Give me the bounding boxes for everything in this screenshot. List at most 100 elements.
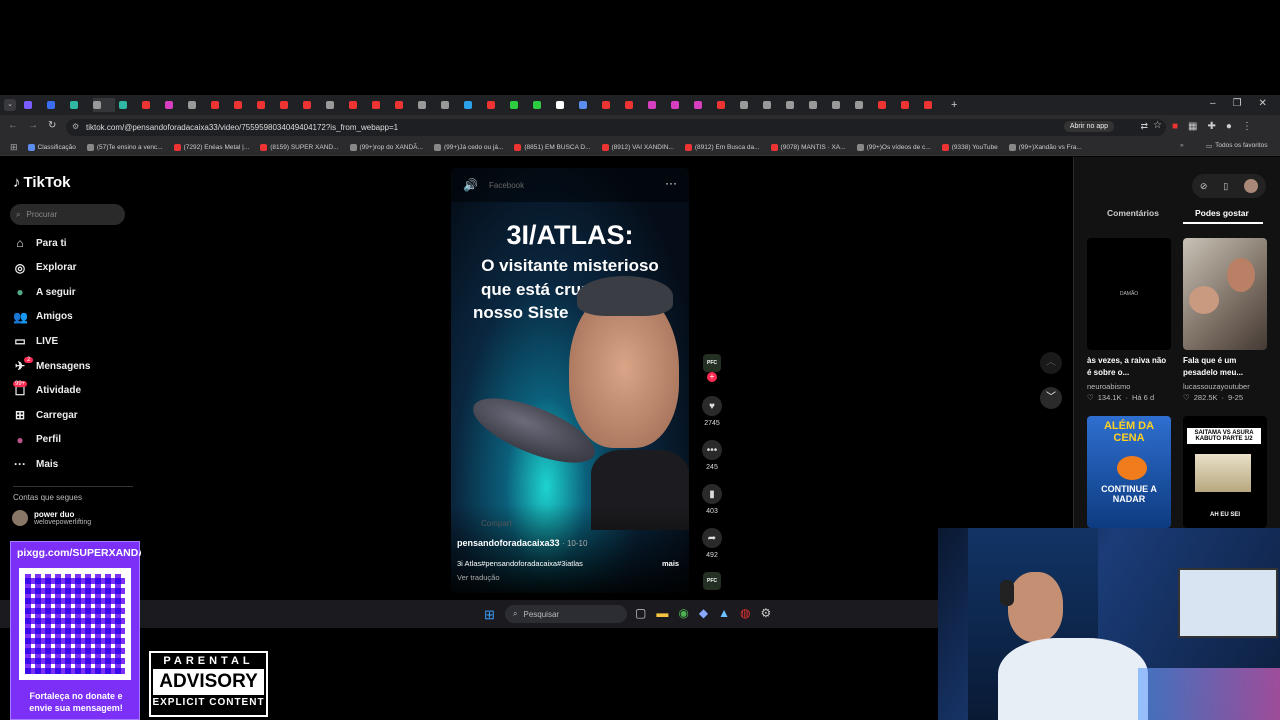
chrome-icon[interactable]: ◉ (678, 606, 688, 620)
sidebar-item-mais[interactable]: ··· Mais (13, 457, 58, 471)
browser-tab[interactable] (70, 98, 89, 112)
sidebar-item-live[interactable]: ▭ LIVE (13, 334, 58, 348)
sidebar-item-a-seguir[interactable]: ● A seguir (13, 285, 75, 299)
video-author[interactable]: pensandoforadacaixa33 · 10-10 (457, 538, 587, 548)
browser-tab[interactable] (694, 98, 713, 112)
menu-icon[interactable]: ⋮ (1242, 121, 1252, 132)
suggestion-thumb[interactable] (1183, 238, 1267, 350)
browser-tab[interactable] (93, 98, 115, 112)
back-icon[interactable]: ← (8, 120, 18, 131)
browser-tab[interactable] (487, 98, 506, 112)
apps-icon[interactable]: ⊞ (10, 142, 18, 153)
bookmark-item[interactable]: (9338) YouTube (941, 143, 998, 151)
star-icon[interactable]: ☆ (1153, 120, 1162, 131)
browser-tab[interactable] (901, 98, 920, 112)
video-player[interactable]: 🔊 Facebook ··· 3I/ATLAS: O visitante mis… (451, 168, 689, 593)
sidebar-item-para-ti[interactable]: ⌂ Para ti (13, 236, 66, 250)
tab-list-icon[interactable]: ⌄ (4, 99, 16, 111)
bookmark-item[interactable]: (99+)Já cedo ou já... (433, 143, 503, 151)
bookmark-item[interactable]: (8912) Em Busca da... (684, 143, 760, 151)
browser-tab[interactable] (441, 98, 460, 112)
bookmark-item[interactable]: (9078) MANTIS · XA... (770, 143, 846, 151)
browser-tab[interactable] (326, 98, 345, 112)
app-icon[interactable]: ▲ (718, 606, 730, 620)
translate-link[interactable]: Ver tradução (457, 573, 500, 582)
browser-tab[interactable] (418, 98, 437, 112)
more-caption-button[interactable]: mais (662, 559, 679, 568)
steam-icon[interactable]: ◆ (699, 606, 708, 620)
taskbar-search[interactable]: ⌕ Pesquisar (505, 605, 627, 623)
tiktok-logo[interactable]: ♪ TikTok (13, 174, 70, 191)
all-favorites[interactable]: ▭ Todos os favoritos (1206, 142, 1268, 150)
bookmark-item[interactable]: (8159) SUPER XAND... (260, 143, 339, 151)
browser-tab[interactable] (257, 98, 276, 112)
browser-tab[interactable] (671, 98, 690, 112)
save-action[interactable]: ▮ 403 (701, 484, 723, 515)
share-action[interactable]: ➦ 492 (701, 528, 723, 559)
browser-tab[interactable] (579, 98, 598, 112)
puzzle-icon[interactable]: ✚ (1208, 121, 1216, 132)
browser-tab[interactable] (280, 98, 299, 112)
comment-action[interactable]: ••• 245 (701, 440, 723, 471)
browser-tab[interactable] (234, 98, 253, 112)
browser-tab[interactable] (303, 98, 322, 112)
browser-tab[interactable] (510, 98, 529, 112)
windows-start-icon[interactable]: ⊞ (484, 607, 495, 623)
minimize-icon[interactable]: – (1210, 98, 1216, 109)
music-disc[interactable]: PFC (703, 572, 721, 590)
following-account[interactable]: power duo welovepowerlifting (12, 510, 91, 526)
next-video-button[interactable]: ﹀ (1040, 387, 1062, 409)
translate-icon[interactable]: ⇄ (1140, 121, 1148, 132)
browser-tab[interactable] (188, 98, 207, 112)
task-view-icon[interactable]: ▢ (635, 606, 646, 620)
extension-icon[interactable]: ■ (1172, 121, 1178, 132)
browser-tab[interactable] (142, 98, 161, 112)
address-bar[interactable]: ⚙ tiktok.com/@pensandoforadacaixa33/vide… (66, 119, 1166, 136)
compass-icon[interactable]: ⊘ (1200, 181, 1208, 192)
browser-tab[interactable] (119, 98, 138, 112)
settings-icon[interactable]: ⚙ (760, 606, 771, 620)
close-icon[interactable]: ✕ (1259, 98, 1267, 109)
bookmark-item[interactable]: (7292) Enéas Metal |... (173, 143, 249, 151)
suggestion-caption[interactable]: Fala que é um pesadelo meu... (1183, 355, 1263, 379)
tab-suggested[interactable]: Podes gostar (1195, 208, 1249, 218)
browser-tab[interactable] (47, 98, 66, 112)
browser-tab[interactable] (395, 98, 414, 112)
sidebar-item-amigos[interactable]: 👥 Amigos (13, 310, 73, 324)
suggestion-thumb[interactable]: SAITAMA VS ASURA KABUTO PARTE 1/2 AH EU … (1183, 416, 1267, 528)
follow-plus-icon[interactable]: + (707, 372, 717, 382)
browser-tab[interactable] (533, 98, 552, 112)
bookmark-item[interactable]: (99+)Xandão vs Fra... (1008, 143, 1082, 151)
suggestion-thumb[interactable]: ALÉM DA CENA CONTINUE A NADAR (1087, 416, 1171, 528)
bookmark-item[interactable]: (57)Te ensino a venc... (86, 143, 163, 151)
browser-tab[interactable] (24, 98, 43, 112)
browser-tab[interactable] (165, 98, 184, 112)
device-icon[interactable]: ▯ (1223, 181, 1228, 192)
file-explorer-icon[interactable]: ▬ (656, 606, 668, 620)
suggestion-caption[interactable]: às vezes, a raiva não é sobre o... (1087, 355, 1169, 379)
browser-tab[interactable] (740, 98, 759, 112)
bookmark-item[interactable]: (8851) EM BUSCA D... (514, 143, 591, 151)
sidebar-item-explorar[interactable]: ◎ Explorar (13, 261, 77, 275)
previous-video-button[interactable]: ︿ (1040, 352, 1062, 374)
like-action[interactable]: ♥ 2745 (701, 396, 723, 427)
volume-icon[interactable]: 🔊 (463, 178, 478, 192)
browser-tab[interactable] (372, 98, 391, 112)
suggestion-author[interactable]: neuroabismo (1087, 382, 1130, 391)
forward-icon[interactable]: → (28, 120, 38, 131)
sidebar-item-carregar[interactable]: ⊞ Carregar (13, 408, 78, 422)
browser-tab[interactable] (717, 98, 736, 112)
browser-tab[interactable] (924, 98, 943, 112)
browser-tab[interactable] (763, 98, 782, 112)
restore-icon[interactable]: ❐ (1233, 98, 1242, 109)
browser-tab[interactable] (625, 98, 644, 112)
reload-icon[interactable]: ↻ (48, 120, 56, 131)
open-app-button[interactable]: Abrir no app (1063, 121, 1114, 132)
author-avatar[interactable]: PFC (703, 354, 721, 372)
bookmark-item[interactable]: (8912) VAI XANDIN... (601, 143, 674, 151)
sidebar-item-perfil[interactable]: ● Perfil (13, 433, 61, 447)
bookmark-item[interactable]: (99+)Os vídeos de c... (856, 143, 931, 151)
suggestion-author[interactable]: lucassouzayoutuber (1183, 382, 1250, 391)
suggestion-thumb[interactable]: DAMÃO (1087, 238, 1171, 350)
site-info-icon[interactable]: ⚙ (72, 122, 79, 131)
